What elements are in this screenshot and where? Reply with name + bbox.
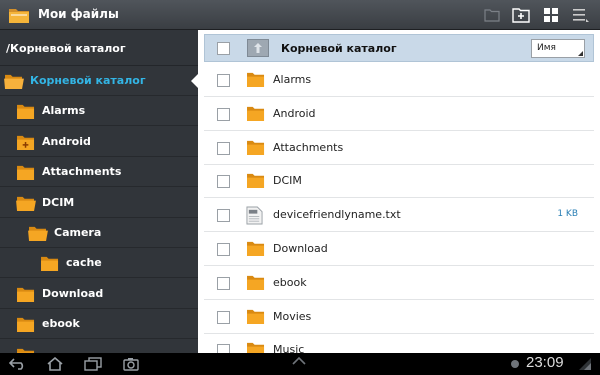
row-checkbox[interactable] — [217, 209, 230, 223]
recent-apps-icon[interactable] — [84, 356, 102, 372]
file-row[interactable]: DCIM — [204, 164, 594, 199]
file-name: devicefriendlyname.txt — [273, 208, 401, 222]
select-all-checkbox[interactable] — [217, 42, 230, 55]
tree-item[interactable]: Android — [0, 127, 198, 157]
folder-icon — [246, 105, 268, 123]
file-row[interactable]: Alarms — [204, 63, 594, 97]
tree-item[interactable]: Alarms — [0, 96, 198, 127]
file-name: Music — [273, 343, 305, 353]
folder-icon — [246, 139, 268, 157]
tree-item-label: Camera — [54, 226, 102, 239]
list-header-row: Корневой каталог Имя — [204, 34, 594, 62]
file-name: Movies — [273, 309, 312, 323]
file-list-pane: Корневой каталог Имя Alarms Android Attach… — [198, 30, 600, 353]
row-checkbox[interactable] — [217, 276, 230, 290]
folder-icon — [40, 255, 60, 272]
tree-item-label: Android — [42, 134, 91, 148]
tree-item[interactable]: Attachments — [0, 157, 198, 188]
folder-plus-icon — [16, 134, 36, 150]
row-checkbox[interactable] — [217, 74, 230, 87]
sort-dropdown-label: Имя — [537, 43, 556, 53]
current-path: /Корневой каталог — [0, 30, 198, 66]
folder-icon — [246, 240, 268, 258]
file-row[interactable]: devicefriendlyname.txt 1 KB — [204, 198, 594, 233]
folder-icon — [246, 274, 268, 292]
folder-app-icon[interactable] — [8, 6, 30, 24]
file-name: DCIM — [273, 174, 302, 188]
file-row[interactable]: Movies — [204, 300, 594, 334]
signal-icon[interactable] — [576, 356, 594, 372]
row-checkbox[interactable] — [217, 107, 230, 121]
chevron-up-icon[interactable] — [291, 356, 307, 366]
tree-item[interactable]: Camera — [0, 218, 198, 248]
file-name: ebook — [273, 275, 307, 289]
tree-item-label: Download — [42, 286, 104, 300]
text-file-icon — [246, 206, 268, 225]
tree-item[interactable]: Download — [0, 279, 198, 309]
tree-item[interactable] — [0, 340, 198, 353]
folder-action-disabled-icon[interactable] — [482, 5, 502, 25]
tree-item-label: Корневой каталог — [30, 74, 146, 87]
tree-item-label: DCIM — [42, 195, 75, 209]
folder-open-icon — [4, 73, 24, 90]
list-header-title: Корневой каталог — [281, 42, 397, 55]
up-directory-button[interactable] — [247, 39, 269, 57]
file-manager-app: Мои файлы /Корневой каталог Корневой кат… — [0, 0, 600, 375]
folder-icon — [246, 172, 268, 190]
row-checkbox[interactable] — [217, 344, 230, 353]
app-title: Мои файлы — [38, 7, 119, 21]
tree-item[interactable]: ebook — [0, 309, 198, 340]
tree-item-label: cache — [66, 256, 102, 270]
notification-dot-icon[interactable] — [506, 356, 524, 372]
tree-item[interactable]: DCIM — [0, 188, 198, 218]
file-row[interactable]: Download — [204, 232, 594, 266]
action-bar: Мои файлы — [0, 0, 600, 30]
folder-icon — [16, 286, 36, 302]
file-row[interactable]: ebook — [204, 266, 594, 300]
file-row[interactable]: Music — [204, 333, 594, 353]
folder-open-icon — [28, 225, 48, 242]
row-checkbox[interactable] — [217, 175, 230, 189]
overflow-menu-icon[interactable] — [571, 5, 591, 25]
folder-icon — [246, 341, 268, 353]
tree-item-label: Alarms — [42, 104, 86, 118]
grid-view-icon[interactable] — [541, 5, 561, 25]
system-bar: 23:09 — [0, 353, 600, 375]
row-checkbox[interactable] — [217, 243, 230, 256]
tree-item-label: ebook — [42, 317, 80, 331]
dropdown-corner-icon — [578, 51, 583, 56]
home-icon[interactable] — [46, 356, 64, 372]
folder-icon — [16, 316, 36, 333]
clock[interactable]: 23:09 — [526, 354, 564, 371]
back-icon[interactable] — [9, 356, 27, 372]
file-size: 1 KB — [557, 209, 578, 220]
sort-dropdown[interactable]: Имя — [531, 39, 585, 58]
new-folder-icon[interactable] — [511, 5, 531, 25]
file-name: Download — [273, 242, 328, 255]
folder-icon — [16, 164, 36, 181]
tree-item[interactable]: cache — [0, 248, 198, 279]
arrow-up-icon — [254, 43, 262, 53]
row-checkbox[interactable] — [217, 141, 230, 155]
file-name: Alarms — [273, 73, 312, 86]
tree-item[interactable]: Корневой каталог — [0, 66, 198, 96]
folder-icon — [16, 103, 36, 120]
screenshot-icon[interactable] — [122, 356, 140, 372]
tree-item-label: Attachments — [42, 165, 122, 179]
file-name: Attachments — [273, 140, 344, 154]
folder-open-icon — [16, 195, 36, 211]
file-row[interactable]: Android — [204, 97, 594, 131]
file-name: Android — [273, 106, 316, 120]
row-checkbox[interactable] — [217, 310, 230, 324]
folder-icon — [246, 71, 268, 89]
folder-tree-pane: /Корневой каталог Корневой каталог Alarms… — [0, 30, 198, 353]
file-row[interactable]: Attachments — [204, 131, 594, 165]
folder-icon — [246, 308, 268, 326]
